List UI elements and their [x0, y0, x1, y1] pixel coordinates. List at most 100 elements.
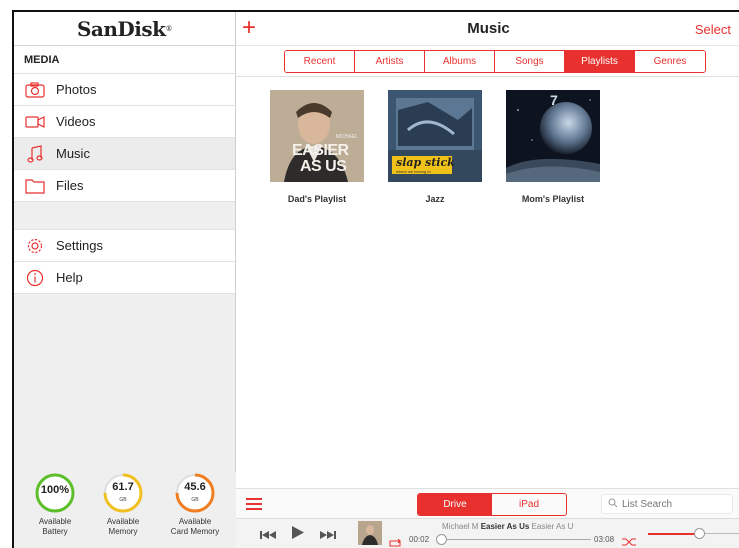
volume-level: [648, 533, 696, 535]
header-bar: + Music Select: [236, 12, 739, 46]
gauge-value: 61.7: [112, 481, 134, 493]
sidebar-item-music[interactable]: Music: [14, 138, 235, 170]
list-search[interactable]: [601, 494, 733, 514]
gauge-ring: 45.6 GB: [174, 472, 216, 514]
now-playing-title-scroll: Easier As U: [531, 522, 574, 531]
playlist-name: Dad's Playlist: [287, 194, 347, 204]
sidebar-item-label: Help: [56, 270, 83, 285]
folder-icon: [24, 177, 46, 195]
playlist-name: Jazz: [425, 194, 445, 204]
gauge-ring: 61.7 GB: [102, 472, 144, 514]
gauge-caption-line2: Memory: [108, 527, 138, 536]
add-button[interactable]: +: [242, 16, 256, 40]
tab-playlists[interactable]: Playlists: [565, 51, 635, 72]
shuffle-icon[interactable]: [622, 534, 636, 548]
playlist-cover: 7: [506, 90, 600, 182]
gear-icon: [24, 237, 46, 255]
progress-track[interactable]: [439, 539, 591, 540]
gauge-value: 100%: [40, 484, 70, 496]
gauge-value: 45.6: [184, 481, 206, 493]
duration-time: 03:08: [594, 535, 615, 544]
playlist-item[interactable]: slap stick where we belong to Jazz: [388, 90, 482, 204]
gauge-unit: GB: [119, 497, 127, 503]
segment-drive[interactable]: Drive: [418, 494, 492, 515]
previous-track-button[interactable]: [260, 527, 276, 545]
player-bar: Michael M Easier As Us Easier As U 00:02…: [236, 518, 739, 548]
gauge-unit: GB: [191, 497, 199, 503]
app-window: SanDisk® MEDIA Photos Videos Music File: [12, 10, 739, 548]
gauge-caption-line1: Available: [178, 517, 212, 526]
cover-text: where we belong to: [396, 169, 431, 174]
page-title: Music: [467, 20, 510, 37]
sidebar-item-label: Photos: [56, 82, 97, 97]
menu-icon[interactable]: [246, 498, 262, 513]
gauge-ring: 100%: [34, 472, 76, 514]
media-section-header: MEDIA: [14, 46, 235, 74]
now-playing-artwork: [358, 521, 382, 545]
segment-ipad[interactable]: iPad: [492, 494, 566, 515]
select-button[interactable]: Select: [695, 22, 731, 37]
cover-text: 7: [550, 92, 558, 108]
sidebar-item-files[interactable]: Files: [14, 170, 235, 202]
tab-albums[interactable]: Albums: [425, 51, 495, 72]
divider: [236, 76, 739, 77]
search-input[interactable]: [622, 498, 722, 510]
storage-gauges: 100% Available Battery 61.7 GB Available M…: [14, 472, 236, 548]
gauge-caption: Available Memory: [88, 517, 158, 537]
now-playing-artist: Michael M: [442, 522, 479, 531]
next-track-button[interactable]: [320, 527, 336, 545]
playlist-name: Mom's Playlist: [521, 194, 585, 204]
repeat-icon[interactable]: [388, 535, 402, 548]
video-camera-icon: [24, 113, 46, 131]
sidebar-divider: [14, 202, 235, 230]
tab-genres[interactable]: Genres: [635, 51, 705, 72]
gauge-caption-line2: Card Memory: [170, 527, 220, 536]
tab-recent[interactable]: Recent: [285, 51, 355, 72]
search-icon: [608, 498, 618, 511]
gauge-caption-line2: Battery: [42, 527, 68, 536]
music-note-icon: [24, 144, 46, 163]
cover-text: MICHAEL: [335, 134, 358, 140]
sidebar-item-photos[interactable]: Photos: [14, 74, 235, 106]
info-icon: [24, 269, 46, 287]
sidebar-item-label: Music: [56, 146, 90, 161]
sidebar-item-videos[interactable]: Videos: [14, 106, 235, 138]
playlist-item[interactable]: 7 Mom's Playlist: [506, 90, 600, 204]
cover-text: AS US: [300, 158, 347, 175]
tab-artists[interactable]: Artists: [355, 51, 425, 72]
now-playing-text: Michael M Easier As Us Easier As U: [442, 522, 573, 531]
play-button[interactable]: [292, 526, 304, 544]
volume-slider-knob[interactable]: [693, 528, 705, 539]
sidebar-item-label: Settings: [56, 238, 103, 253]
gauge-caption-line1: Available: [38, 517, 72, 526]
playlist-cover: MICHAEL EASIER AS US: [270, 90, 364, 182]
elapsed-time: 00:02: [409, 535, 430, 544]
sidebar-item-label: Files: [56, 178, 84, 193]
gauge-caption: Available Battery: [20, 517, 90, 537]
gauge-caption-line1: Available: [106, 517, 140, 526]
category-tabs: Recent Artists Albums Songs Playlists Ge…: [284, 50, 706, 73]
playlist-item[interactable]: MICHAEL EASIER AS US Dad's Playlist: [270, 90, 364, 204]
camera-icon: [24, 81, 46, 99]
main-panel: + Music Select Recent Artists Albums Son…: [236, 12, 739, 548]
playlist-cover: slap stick where we belong to: [388, 90, 482, 182]
source-segmented-control: Drive iPad: [417, 493, 567, 516]
progress-scrubber[interactable]: [435, 534, 447, 545]
sidebar-item-label: Videos: [56, 114, 96, 129]
playlist-grid: MICHAEL EASIER AS US Dad's Playlist slap…: [270, 90, 624, 204]
sidebar-item-help[interactable]: Help: [14, 262, 235, 294]
tab-songs[interactable]: Songs: [495, 51, 565, 72]
memory-gauge: 61.7 GB Available Memory: [88, 472, 158, 537]
sidebar-item-settings[interactable]: Settings: [14, 230, 235, 262]
brand-name: SanDisk: [76, 16, 166, 41]
sidebar: SanDisk® MEDIA Photos Videos Music File: [14, 12, 236, 548]
volume-track[interactable]: [702, 533, 739, 534]
now-playing-title: Easier As Us: [480, 522, 530, 531]
sandisk-logo: SanDisk ®: [14, 12, 235, 46]
bottom-toolbar: Drive iPad: [236, 488, 739, 518]
card-memory-gauge: 45.6 GB Available Card Memory: [160, 472, 230, 537]
battery-gauge: 100% Available Battery: [20, 472, 90, 537]
brand-mark: ®: [165, 24, 173, 33]
gauge-caption: Available Card Memory: [160, 517, 230, 537]
cover-text: slap stick: [396, 156, 455, 169]
